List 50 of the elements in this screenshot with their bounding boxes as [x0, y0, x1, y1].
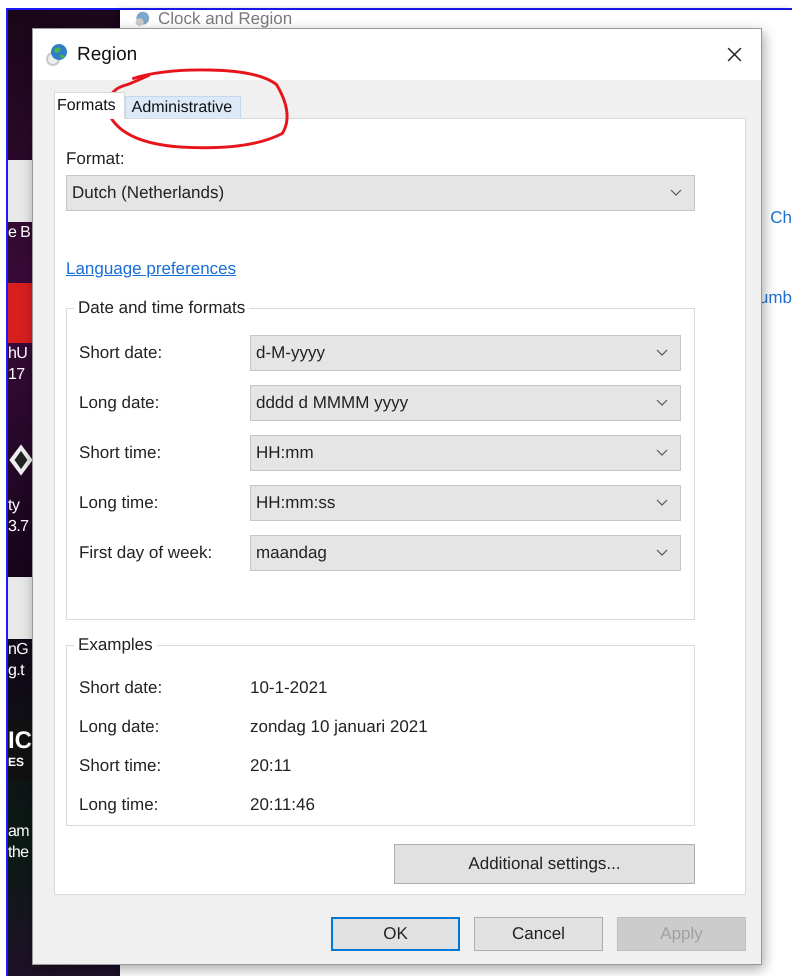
format-dropdown[interactable]: Dutch (Netherlands): [66, 175, 695, 211]
desktop-icon-label[interactable]: 17: [8, 364, 25, 385]
desktop-icon-label[interactable]: am: [8, 821, 30, 842]
dialog-title: Region: [77, 44, 138, 66]
globe-clock-icon: [45, 42, 69, 66]
example-value: zondag 10 januari 2021: [250, 716, 428, 737]
chevron-down-icon: [656, 449, 668, 457]
field-label: Short date:: [79, 343, 164, 363]
additional-settings-button[interactable]: Additional settings...: [394, 844, 695, 884]
link[interactable]: Ch: [770, 208, 792, 228]
field-label: Long time:: [79, 493, 160, 513]
desktop-icon-label[interactable]: the: [8, 842, 28, 863]
dialog-button[interactable]: OK: [331, 917, 460, 951]
format-dropdown[interactable]: HH:mm: [250, 435, 681, 471]
example-label: Long date:: [79, 716, 160, 737]
chevron-down-icon: [656, 499, 668, 507]
window-title: Clock and Region: [158, 10, 292, 28]
desktop-icon-label[interactable]: g.t: [8, 660, 24, 681]
close-icon[interactable]: [726, 46, 743, 63]
format-dropdown[interactable]: maandag: [250, 535, 681, 571]
language-preferences-link[interactable]: Language preferences: [66, 259, 236, 279]
chevron-down-icon: [656, 399, 668, 407]
dialog-button[interactable]: Cancel: [474, 917, 603, 951]
field-label: First day of week:: [79, 543, 214, 563]
chevron-down-icon: [656, 349, 668, 357]
logo-text: IC: [8, 727, 33, 755]
group-title: Examples: [74, 635, 157, 655]
format-dropdown[interactable]: d-M-yyyy: [250, 335, 681, 371]
logo-text: ES: [8, 755, 26, 769]
field-label: Short time:: [79, 443, 162, 463]
field-label: Long date:: [79, 393, 160, 413]
chevron-down-icon: [670, 189, 682, 197]
tab[interactable]: Formats: [54, 92, 125, 119]
desktop-icon-label[interactable]: 3.7: [8, 516, 28, 537]
desktop-icon-label[interactable]: hU: [8, 343, 28, 364]
example-value: 20:11: [250, 756, 292, 776]
format-dropdown[interactable]: dddd d MMMM yyyy: [250, 385, 681, 421]
example-label: Long time:: [79, 795, 160, 816]
desktop-icon-label[interactable]: ty: [8, 495, 20, 516]
desktop-icon-label[interactable]: e B: [8, 222, 30, 243]
example-value: 20:11:46: [250, 795, 315, 816]
example-value: 10-1-2021: [250, 678, 328, 698]
globe-clock-icon: [134, 11, 150, 27]
chevron-down-icon: [656, 549, 668, 557]
format-dropdown[interactable]: HH:mm:ss: [250, 485, 681, 521]
example-label: Short time:: [79, 756, 162, 776]
example-label: Short date:: [79, 678, 164, 698]
desktop-icon-label[interactable]: nG: [8, 639, 28, 660]
field-label: Format:: [66, 148, 126, 170]
tab[interactable]: Administrative: [124, 96, 242, 118]
